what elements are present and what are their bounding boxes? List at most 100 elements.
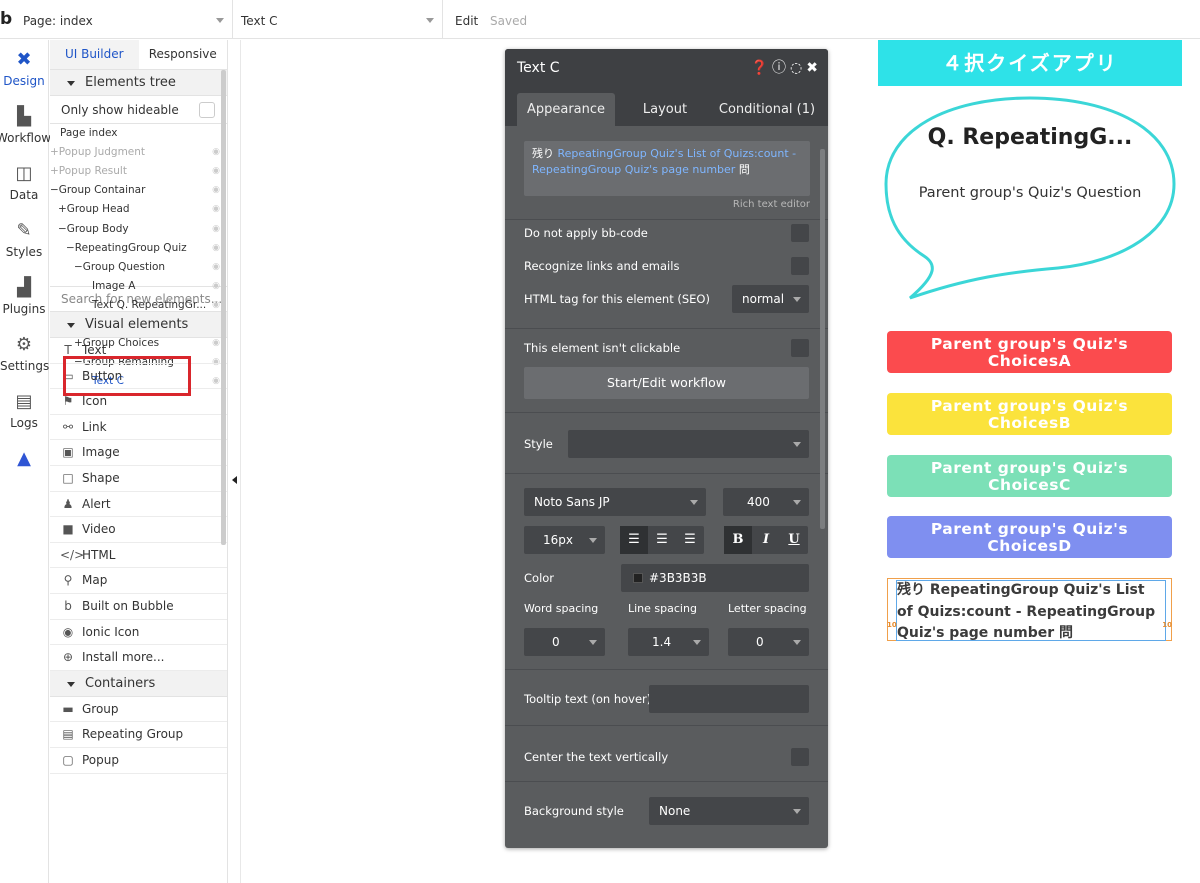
choice-button-b[interactable]: Parent group's Quiz's ChoicesB [887,393,1172,435]
recognize-links-checkbox[interactable] [791,257,809,275]
tab-ui-builder[interactable]: UI Builder [50,40,139,69]
bold-button[interactable]: B [724,526,752,554]
palette-item-label: Image [82,445,120,460]
tab-layout[interactable]: Layout [629,93,701,126]
panel-tabs: UI Builder Responsive [50,40,227,70]
palette-item-shape[interactable]: □ Shape [50,466,227,492]
tab-responsive[interactable]: Responsive [139,40,228,69]
palette-item-install-more[interactable]: ⊕ Install more... [50,645,227,671]
only-show-hideable-checkbox[interactable] [199,102,215,118]
edit-menu[interactable]: Edit [455,14,478,28]
palette-item-group[interactable]: ▬ Group [50,697,227,723]
visibility-eye-icon[interactable]: ◉ [212,258,220,277]
tab-conditional[interactable]: Conditional (1) [715,93,819,126]
tree-item[interactable]: −RepeatingGroup Quiz ◉ [50,239,226,258]
question-title[interactable]: Q. RepeatingG... [885,125,1175,150]
comment-icon[interactable]: ◌ [790,60,806,76]
palette-item-html[interactable]: </> HTML [50,543,227,569]
chevron-down-icon [793,500,801,505]
nav-plugins[interactable]: ▟ Plugins [0,268,48,325]
visibility-eye-icon[interactable]: ◉ [212,277,220,296]
choice-button-c[interactable]: Parent group's Quiz's ChoicesC [887,455,1172,497]
styles-icon: ✎ [16,220,32,241]
nav-settings[interactable]: ⚙ Settings [0,325,49,382]
nav-workflow[interactable]: ▙ Workflow [0,97,51,154]
palette-item-popup[interactable]: ▢ Popup [50,748,227,774]
tree-item[interactable]: Image A ◉ [50,277,226,296]
nav-logs[interactable]: ▤ Logs [0,382,48,439]
background-style-dropdown[interactable]: None [649,797,809,825]
palette-item-built-on-bubble[interactable]: b Built on Bubble [50,594,227,620]
font-size-dropdown[interactable]: 16px [524,526,605,554]
start-edit-workflow-button[interactable]: Start/Edit workflow [524,367,809,399]
rich-text-input[interactable]: 残り RepeatingGroup Quiz's List of Quizs:c… [524,141,810,196]
element-select[interactable]: Text C [233,0,443,39]
tooltip-input[interactable] [649,685,809,713]
color-picker[interactable]: #3B3B3B [621,564,809,592]
tree-item[interactable]: −Group Question ◉ [50,258,226,277]
containers-header[interactable]: Containers [50,670,227,697]
alert-icon: ♟ [62,496,74,511]
underline-button[interactable]: U [780,526,808,554]
nav-data[interactable]: ◫ Data [0,154,48,211]
choice-button-d[interactable]: Parent group's Quiz's ChoicesD [887,516,1172,558]
tree-item[interactable]: +Group Head ◉ [50,200,226,219]
tree-item[interactable]: Page index [50,124,226,143]
word-spacing-label: Word spacing [524,602,599,615]
editor-scrollbar[interactable] [820,149,825,529]
align-center-icon[interactable]: ☰ [648,526,676,554]
tree-item[interactable]: +Popup Result ◉ [50,162,226,181]
choice-button-a[interactable]: Parent group's Quiz's ChoicesA [887,331,1172,373]
text-c[interactable]: 残り RepeatingGroup Quiz's List of Quizs:c… [887,578,1172,641]
tree-item[interactable]: +Popup Judgment ◉ [50,143,226,162]
shape-icon: □ [62,470,74,485]
font-family-dropdown[interactable]: Noto Sans JP [524,488,706,516]
palette-item-image[interactable]: ▣ Image [50,440,227,466]
center-vertically-checkbox[interactable] [791,748,809,766]
elements-tree-header[interactable]: Elements tree [50,70,227,96]
tab-appearance[interactable]: Appearance [517,93,615,126]
nav-design[interactable]: ✖ Design [0,40,48,97]
style-dropdown[interactable] [568,430,809,458]
collapse-panel-icon[interactable] [232,476,237,484]
do-not-apply-bbcode-checkbox[interactable] [791,224,809,242]
question-text[interactable]: Parent group's Quiz's Question [885,185,1175,201]
palette-item-repeating-group[interactable]: ▤ Repeating Group [50,722,227,748]
tree-item[interactable]: −Group Containar ◉ [50,181,226,200]
palette-item-link[interactable]: ⚯ Link [50,415,227,441]
font-weight-dropdown[interactable]: 400 [723,488,809,516]
align-left-icon[interactable]: ☰ [620,526,648,554]
palette-item-map[interactable]: ⚲ Map [50,568,227,594]
letter-spacing-dropdown[interactable]: 0 [728,628,809,656]
italic-button[interactable]: I [752,526,780,554]
help-icon[interactable]: ❓ [751,60,772,76]
close-icon[interactable]: ✖ [806,60,822,76]
font-weight-value: 400 [747,495,770,509]
visibility-eye-icon[interactable]: ◉ [212,200,220,219]
rich-text-editor-link[interactable]: Rich text editor [733,199,810,210]
nav-styles[interactable]: ✎ Styles [0,211,48,268]
palette-item-ionic-icon[interactable]: ◉ Ionic Icon [50,620,227,646]
visibility-eye-icon[interactable]: ◉ [212,143,220,162]
visibility-eye-icon[interactable]: ◉ [212,162,220,181]
line-spacing-dropdown[interactable]: 1.4 [628,628,709,656]
visibility-eye-icon[interactable]: ◉ [212,239,220,258]
word-spacing-dropdown[interactable]: 0 [524,628,605,656]
rte-dynamic-expression[interactable]: RepeatingGroup Quiz's List of Quizs:coun… [532,147,796,176]
visibility-eye-icon[interactable]: ◉ [212,181,220,200]
palette-item-video[interactable]: ■ Video [50,517,227,543]
visual-elements-header[interactable]: Visual elements [50,312,227,338]
bubble-logo-icon[interactable]: b [0,9,12,29]
panel-scrollbar[interactable] [221,70,226,545]
property-editor-header[interactable]: Text C ❓ⓘ◌✖ [505,49,828,88]
not-clickable-checkbox[interactable] [791,339,809,357]
tree-item[interactable]: −Group Body ◉ [50,220,226,239]
visibility-eye-icon[interactable]: ◉ [212,220,220,239]
nav-bubble-apps[interactable]: ▲ [0,439,48,479]
info-icon[interactable]: ⓘ [772,60,790,76]
page-select[interactable]: Page: index [18,0,233,39]
html-tag-dropdown[interactable]: normal [732,285,809,313]
palette-item-alert[interactable]: ♟ Alert [50,492,227,518]
align-right-icon[interactable]: ☰ [676,526,704,554]
app-title-banner[interactable]: ４択クイズアプリ [878,40,1182,86]
